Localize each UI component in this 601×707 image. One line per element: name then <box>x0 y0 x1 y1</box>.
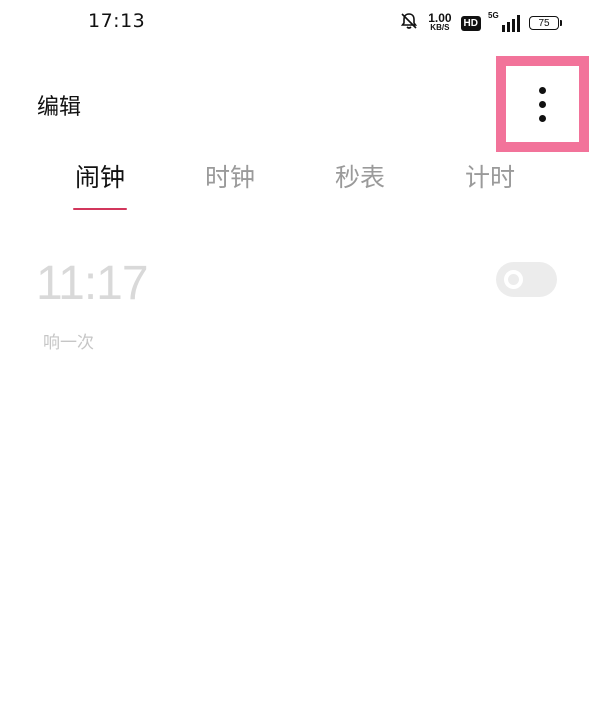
net-speed: 1.00 KB/S <box>428 11 452 33</box>
alarm-repeat-label: 响一次 <box>43 333 94 353</box>
tab-label: 秒表 <box>334 163 385 192</box>
status-bar: 17:13 1.00 KB/S HD 5G 75 <box>0 0 601 46</box>
more-vertical-icon-dot <box>539 100 546 108</box>
tab-active-indicator <box>73 208 127 210</box>
battery-level: 75 <box>538 17 550 29</box>
alarm-list-item[interactable]: 11:17 响一次 <box>0 248 601 358</box>
tab-label: 计时 <box>464 163 515 192</box>
mute-bell-icon <box>399 11 419 35</box>
network-type: 5G <box>488 11 499 20</box>
signal-icon: 5G <box>488 11 520 32</box>
more-options-button[interactable] <box>496 56 589 152</box>
tab-label: 时钟 <box>204 163 255 192</box>
tab-clock[interactable]: 时钟 <box>165 160 295 218</box>
more-vertical-icon <box>539 86 546 94</box>
net-speed-value: 1.00 <box>428 11 452 25</box>
more-vertical-icon-dot <box>539 114 546 122</box>
status-icons: 1.00 KB/S HD 5G 75 <box>399 10 562 36</box>
tab-stopwatch[interactable]: 秒表 <box>295 160 425 218</box>
status-time: 17:13 <box>88 10 146 32</box>
toggle-knob <box>504 270 523 289</box>
net-speed-unit: KB/S <box>430 23 450 32</box>
alarm-toggle[interactable] <box>496 262 557 297</box>
hd-badge: HD <box>460 15 481 31</box>
tab-timer[interactable]: 计时 <box>425 160 555 218</box>
alarm-time: 11:17 <box>36 257 149 310</box>
tab-bar: 闹钟 时钟 秒表 计时 <box>35 160 555 218</box>
tab-label: 闹钟 <box>74 163 125 192</box>
battery-icon: 75 <box>529 16 562 30</box>
edit-button[interactable]: 编辑 <box>37 89 81 121</box>
tab-alarm[interactable]: 闹钟 <box>35 160 165 218</box>
